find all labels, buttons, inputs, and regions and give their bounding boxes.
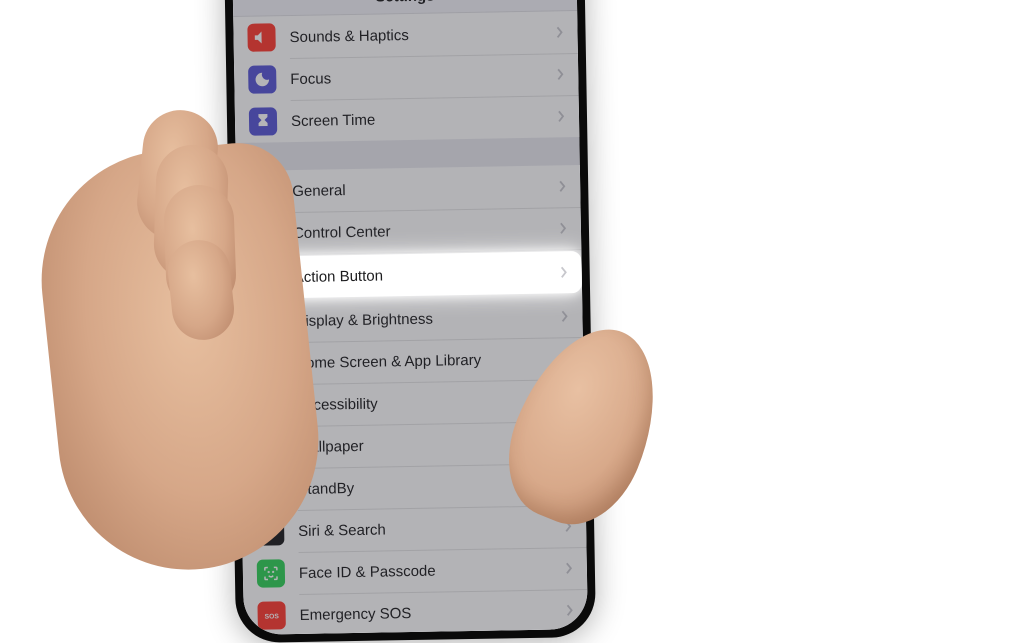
faceid-icon xyxy=(257,559,285,587)
chevron-right-icon xyxy=(566,604,574,616)
settings-row-control[interactable]: Control Center xyxy=(237,207,582,255)
siri-icon xyxy=(256,517,284,545)
settings-row-label: Screen Time xyxy=(291,108,543,129)
chevron-right-icon xyxy=(558,180,566,192)
speaker-icon xyxy=(247,23,275,51)
hourglass-icon xyxy=(249,107,277,135)
settings-row-sounds[interactable]: Sounds & Haptics xyxy=(233,11,578,59)
chevron-right-icon xyxy=(563,478,571,490)
settings-section: Sounds & Haptics Focus Screen Time xyxy=(233,11,579,143)
grid-icon xyxy=(253,349,281,377)
settings-row-label: Home Screen & App Library xyxy=(295,350,547,371)
standby-icon xyxy=(255,475,283,503)
settings-row-siri[interactable]: Siri & Search xyxy=(242,505,587,553)
chevron-right-icon xyxy=(557,110,565,122)
person-icon xyxy=(254,391,282,419)
settings-row-general[interactable]: General xyxy=(236,165,581,213)
chevron-right-icon xyxy=(560,310,568,322)
settings-row-label: Focus xyxy=(290,66,542,87)
settings-row-sos[interactable]: SOS Emergency SOS xyxy=(243,589,588,635)
settings-row-label: General xyxy=(292,178,544,199)
settings-row-wall[interactable]: Wallpaper xyxy=(240,421,585,469)
settings-section: General Control Center Action Button Displa… xyxy=(236,165,588,635)
settings-row-label: Siri & Search xyxy=(298,518,550,539)
settings-row-access[interactable]: Accessibility xyxy=(240,379,585,427)
chevron-right-icon xyxy=(559,222,567,234)
settings-row-faceid[interactable]: Face ID & Passcode xyxy=(243,547,588,595)
settings-list: Sounds & Haptics Focus Screen Time General C… xyxy=(233,11,588,635)
settings-row-home[interactable]: Home Screen & App Library xyxy=(239,337,584,385)
settings-row-label: Control Center xyxy=(293,220,545,241)
settings-row-label: Face ID & Passcode xyxy=(299,560,551,581)
settings-row-label: Action Button xyxy=(294,264,546,285)
sun-icon xyxy=(252,307,280,335)
settings-row-label: Wallpaper xyxy=(297,434,549,455)
chevron-right-icon xyxy=(560,266,568,278)
svg-text:SOS: SOS xyxy=(264,613,279,620)
flower-icon xyxy=(254,433,282,461)
settings-row-standby[interactable]: StandBy xyxy=(241,463,586,511)
settings-row-action[interactable]: Action Button xyxy=(237,251,582,299)
settings-row-focus[interactable]: Focus xyxy=(234,53,579,101)
phone-frame: Settings Sounds & HapticsFocusScreen Tim… xyxy=(224,0,596,643)
settings-row-label: StandBy xyxy=(297,476,549,497)
chevron-right-icon xyxy=(556,68,564,80)
gear-icon xyxy=(250,177,278,205)
settings-row-display[interactable]: Display & Brightness xyxy=(238,295,583,343)
settings-row-label: Accessibility xyxy=(296,392,548,413)
chevron-right-icon xyxy=(565,562,573,574)
chevron-right-icon xyxy=(555,26,563,38)
settings-row-label: Sounds & Haptics xyxy=(289,24,541,45)
phone-screen: Settings Sounds & HapticsFocusScreen Tim… xyxy=(232,0,588,635)
chevron-right-icon xyxy=(564,520,572,532)
chevron-right-icon xyxy=(562,394,570,406)
action-icon xyxy=(252,263,280,291)
settings-row-label: Emergency SOS xyxy=(300,602,552,623)
chevron-right-icon xyxy=(561,352,569,364)
settings-row-label: Display & Brightness xyxy=(294,308,546,329)
chevron-right-icon xyxy=(563,436,571,448)
moon-icon xyxy=(248,65,276,93)
sos-icon: SOS xyxy=(257,601,285,629)
switches-icon xyxy=(251,219,279,247)
settings-row-screen[interactable]: Screen Time xyxy=(235,95,580,143)
